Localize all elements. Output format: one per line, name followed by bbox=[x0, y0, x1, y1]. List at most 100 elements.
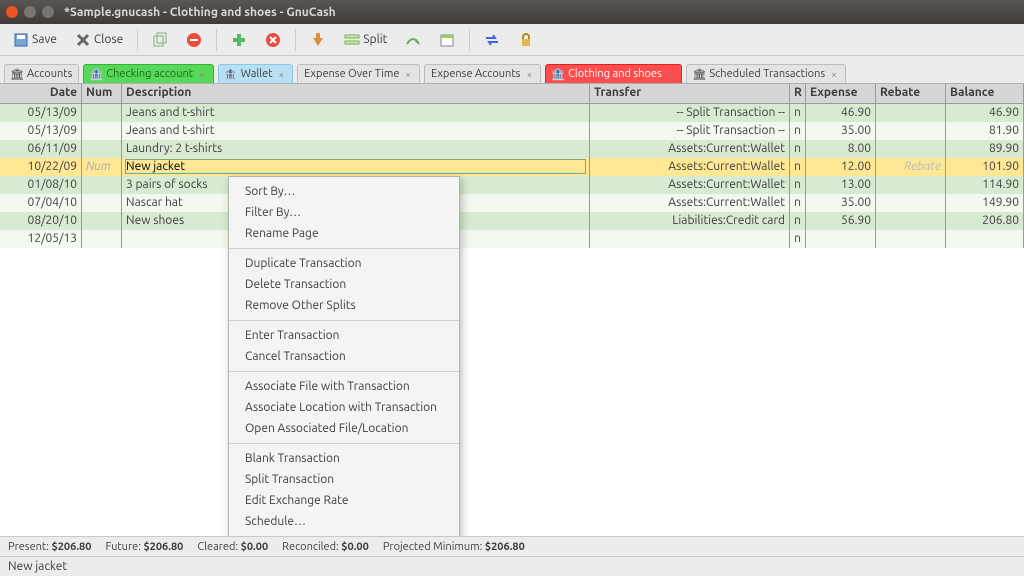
register-row[interactable]: 05/13/09 Jeans and t-shirt-- Split Transa… bbox=[0, 104, 1024, 122]
cell-num[interactable]: Num bbox=[82, 158, 122, 176]
cell-num[interactable] bbox=[82, 176, 122, 194]
cell-expense[interactable]: 56.90 bbox=[806, 212, 876, 230]
context-menu-item[interactable]: Duplicate Transaction bbox=[229, 253, 459, 274]
description-input[interactable] bbox=[126, 160, 585, 173]
cell-rebate[interactable] bbox=[876, 230, 946, 248]
cell-reconcile[interactable]: n bbox=[790, 230, 806, 248]
cell-balance[interactable]: 114.90 bbox=[946, 176, 1024, 194]
cell-expense[interactable]: 35.00 bbox=[806, 194, 876, 212]
col-expense-header[interactable]: Expense bbox=[806, 84, 876, 103]
context-menu-item[interactable]: Remove Other Splits bbox=[229, 295, 459, 316]
cell-rebate[interactable] bbox=[876, 140, 946, 158]
cell-date[interactable]: 05/13/09 bbox=[0, 122, 82, 140]
cell-date[interactable]: 08/20/10 bbox=[0, 212, 82, 230]
cell-description[interactable]: Jeans and t-shirt bbox=[122, 104, 590, 122]
context-menu-item[interactable]: Schedule… bbox=[229, 511, 459, 532]
register-row[interactable]: 05/13/09 Jeans and t-shirt-- Split Transa… bbox=[0, 122, 1024, 140]
tab-close-icon[interactable]: × bbox=[403, 69, 413, 80]
cell-expense[interactable]: 35.00 bbox=[806, 122, 876, 140]
context-menu-item[interactable]: Delete Transaction bbox=[229, 274, 459, 295]
cell-rebate[interactable] bbox=[876, 122, 946, 140]
context-menu-item[interactable]: Jump bbox=[229, 532, 459, 536]
cell-balance[interactable]: 149.90 bbox=[946, 194, 1024, 212]
cell-balance[interactable]: 81.90 bbox=[946, 122, 1024, 140]
cell-rebate[interactable] bbox=[876, 212, 946, 230]
cell-transfer[interactable]: Assets:Current:Wallet bbox=[590, 194, 790, 212]
register-row[interactable]: 07/04/10Nascar hatAssets:Current:Walletn… bbox=[0, 194, 1024, 212]
reconcile-button[interactable] bbox=[511, 28, 541, 52]
col-date-header[interactable]: Date bbox=[0, 84, 82, 103]
cell-date[interactable]: 07/04/10 bbox=[0, 194, 82, 212]
cell-expense[interactable]: 13.00 bbox=[806, 176, 876, 194]
col-r-header[interactable]: R bbox=[790, 84, 806, 103]
cell-transfer[interactable]: Assets:Current:Wallet bbox=[590, 158, 790, 176]
cell-balance[interactable]: 89.90 bbox=[946, 140, 1024, 158]
cell-num[interactable] bbox=[82, 212, 122, 230]
col-transfer-header[interactable]: Transfer bbox=[590, 84, 790, 103]
cell-transfer[interactable]: Assets:Current:Wallet bbox=[590, 176, 790, 194]
cell-expense[interactable] bbox=[806, 230, 876, 248]
cell-reconcile[interactable]: n bbox=[790, 104, 806, 122]
cell-rebate[interactable] bbox=[876, 104, 946, 122]
register-row[interactable]: 01/08/103 pairs of socksAssets:Current:W… bbox=[0, 176, 1024, 194]
cell-date[interactable]: 05/13/09 bbox=[0, 104, 82, 122]
cell-num[interactable] bbox=[82, 230, 122, 248]
tab-expense-over-time[interactable]: Expense Over Time × bbox=[297, 64, 420, 83]
register[interactable]: 05/13/09 Jeans and t-shirt-- Split Transa… bbox=[0, 104, 1024, 536]
cell-rebate[interactable] bbox=[876, 176, 946, 194]
tab-checking-account[interactable]: 🏦 Checking account × bbox=[83, 64, 213, 83]
window-close-button[interactable] bbox=[6, 6, 18, 18]
tab-close-icon[interactable]: × bbox=[524, 69, 534, 80]
tab-close-icon[interactable]: × bbox=[829, 69, 839, 80]
cell-num[interactable] bbox=[82, 194, 122, 212]
context-menu[interactable]: Sort By…Filter By…Rename PageDuplicate T… bbox=[228, 176, 460, 536]
col-balance-header[interactable]: Balance bbox=[946, 84, 1024, 103]
tab-wallet[interactable]: 🏦 Wallet × bbox=[218, 64, 293, 83]
window-minimize-button[interactable] bbox=[24, 6, 36, 18]
cell-date[interactable]: 06/11/09 bbox=[0, 140, 82, 158]
tab-accounts[interactable]: 🏛 Accounts bbox=[4, 64, 79, 83]
tab-clothing-and-shoes[interactable]: 🏦 Clothing and shoes × bbox=[545, 64, 682, 83]
jump-button[interactable] bbox=[398, 28, 428, 52]
context-menu-item[interactable]: Split Transaction bbox=[229, 469, 459, 490]
context-menu-item[interactable]: Cancel Transaction bbox=[229, 346, 459, 367]
tab-scheduled-transactions[interactable]: 🏛 Scheduled Transactions × bbox=[686, 64, 845, 83]
cell-description[interactable]: Jeans and t-shirt bbox=[122, 122, 590, 140]
blank-button[interactable] bbox=[303, 28, 333, 52]
cell-date[interactable]: 01/08/10 bbox=[0, 176, 82, 194]
cell-description[interactable]: Laundry: 2 t-shirts bbox=[122, 140, 590, 158]
context-menu-item[interactable]: Associate File with Transaction bbox=[229, 376, 459, 397]
cell-reconcile[interactable]: n bbox=[790, 158, 806, 176]
register-row[interactable]: 08/20/10New shoesLiabilities:Credit card… bbox=[0, 212, 1024, 230]
cell-reconcile[interactable]: n bbox=[790, 140, 806, 158]
cell-transfer[interactable]: Assets:Current:Wallet bbox=[590, 140, 790, 158]
cell-rebate[interactable] bbox=[876, 194, 946, 212]
cell-reconcile[interactable]: n bbox=[790, 176, 806, 194]
col-rebate-header[interactable]: Rebate bbox=[876, 84, 946, 103]
cell-balance[interactable]: 101.90 bbox=[946, 158, 1024, 176]
context-menu-item[interactable]: Enter Transaction bbox=[229, 325, 459, 346]
context-menu-item[interactable]: Edit Exchange Rate bbox=[229, 490, 459, 511]
cell-num[interactable] bbox=[82, 122, 122, 140]
cell-transfer[interactable] bbox=[590, 230, 790, 248]
cell-reconcile[interactable]: n bbox=[790, 122, 806, 140]
tab-close-icon[interactable]: × bbox=[277, 69, 287, 80]
cell-transfer[interactable]: -- Split Transaction -- bbox=[590, 122, 790, 140]
cell-num[interactable] bbox=[82, 104, 122, 122]
duplicate-button[interactable] bbox=[145, 28, 175, 52]
cell-expense[interactable]: 8.00 bbox=[806, 140, 876, 158]
context-menu-item[interactable]: Rename Page bbox=[229, 223, 459, 244]
split-button[interactable]: Split bbox=[337, 28, 394, 52]
col-num-header[interactable]: Num bbox=[82, 84, 122, 103]
context-menu-item[interactable]: Filter By… bbox=[229, 202, 459, 223]
cell-date[interactable]: 12/05/13 bbox=[0, 230, 82, 248]
cell-transfer[interactable]: -- Split Transaction -- bbox=[590, 104, 790, 122]
stop-button[interactable] bbox=[179, 28, 209, 52]
register-row[interactable]: 12/05/13 n bbox=[0, 230, 1024, 248]
cell-reconcile[interactable]: n bbox=[790, 212, 806, 230]
cell-description[interactable] bbox=[122, 158, 590, 176]
register-row[interactable]: 06/11/09 Laundry: 2 t-shirtsAssets:Curren… bbox=[0, 140, 1024, 158]
transfer-button[interactable] bbox=[477, 28, 507, 52]
cell-expense[interactable]: 46.90 bbox=[806, 104, 876, 122]
cell-num[interactable] bbox=[82, 140, 122, 158]
